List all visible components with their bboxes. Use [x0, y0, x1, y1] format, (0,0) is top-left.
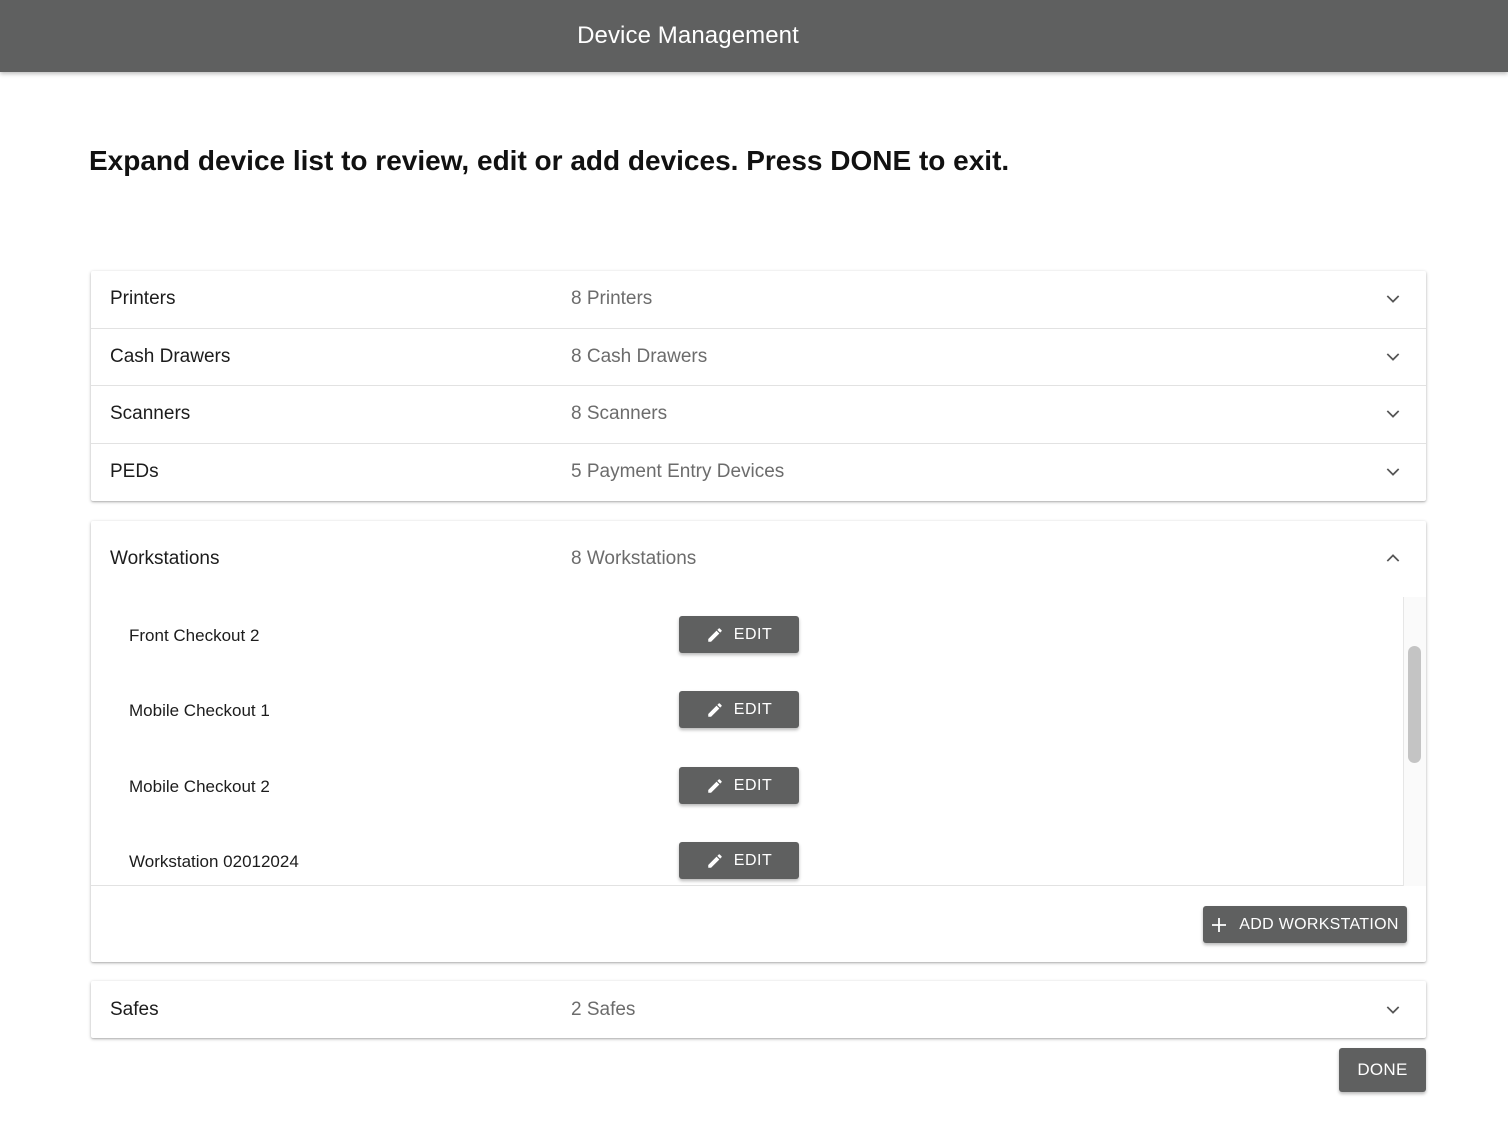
device-group-label: Safes [110, 998, 159, 1020]
workstations-panel: Workstations 8 Workstations Front Checko… [91, 521, 1426, 962]
device-group-label: Scanners [110, 403, 191, 425]
edit-button-label: EDIT [733, 851, 773, 869]
workstation-name: Front Checkout 2 [129, 626, 260, 645]
pencil-icon [708, 853, 722, 868]
device-group-count: 8 Scanners [571, 403, 668, 425]
edit-button[interactable]: EDIT [679, 691, 799, 728]
device-group-label: PEDs [110, 461, 159, 483]
edit-button[interactable]: EDIT [679, 616, 799, 653]
device-group-count: 8 Cash Drawers [571, 345, 708, 367]
workstation-name: Workstation 02012024 [129, 852, 299, 871]
scrollbar-thumb[interactable] [1408, 646, 1421, 763]
page-title: Device Management [577, 22, 799, 49]
edit-button-label: EDIT [733, 700, 773, 718]
workstation-name: Mobile Checkout 2 [129, 777, 270, 796]
device-group-count: 2 Safes [571, 998, 636, 1020]
device-group-safes[interactable]: Safes 2 Safes [91, 981, 1426, 1039]
edit-button[interactable]: EDIT [679, 842, 799, 879]
workstation-name: Mobile Checkout 1 [129, 701, 270, 720]
list-item: Workstation 02012024 EDIT [91, 842, 1401, 882]
pencil-icon [708, 778, 722, 793]
device-group-label: Printers [110, 288, 176, 310]
pencil-icon [708, 702, 722, 717]
device-group-count: 8 Workstations [571, 548, 697, 569]
chevron-up-icon[interactable] [1386, 551, 1400, 565]
list-item: Front Checkout 2 EDIT [91, 616, 1401, 656]
device-group-scanners[interactable]: Scanners 8 Scanners [91, 386, 1426, 444]
list-item: Mobile Checkout 2 EDIT [91, 767, 1401, 807]
chevron-down-icon[interactable] [1386, 1003, 1400, 1017]
chevron-down-icon[interactable] [1386, 407, 1400, 421]
safes-panel: Safes 2 Safes [91, 981, 1426, 1038]
edit-button-label: EDIT [733, 776, 773, 794]
edit-button-label: EDIT [733, 625, 773, 643]
device-group-label: Workstations [110, 548, 220, 569]
workstation-list[interactable]: Front Checkout 2 EDIT Mobile Checkout 1 … [91, 597, 1426, 886]
device-group-workstations[interactable]: Workstations 8 Workstations [91, 521, 1426, 597]
app-header: Device Management [0, 0, 1508, 72]
chevron-down-icon[interactable] [1386, 465, 1400, 479]
device-group-label: Cash Drawers [110, 345, 231, 367]
device-group-peds[interactable]: PEDs 5 Payment Entry Devices [91, 444, 1426, 502]
add-workstation-label: ADD WORKSTATION [1239, 915, 1399, 933]
device-group-count: 8 Printers [571, 288, 653, 310]
list-item: Mobile Checkout 1 EDIT [91, 691, 1401, 731]
plus-icon [1212, 917, 1227, 932]
pencil-icon [708, 627, 722, 642]
instructions-text: Expand device list to review, edit or ad… [89, 145, 1010, 176]
device-group-printers[interactable]: Printers 8 Printers [91, 271, 1426, 329]
done-button[interactable]: DONE [1339, 1048, 1426, 1092]
chevron-down-icon[interactable] [1386, 292, 1400, 306]
edit-button[interactable]: EDIT [679, 767, 799, 804]
device-group-count: 5 Payment Entry Devices [571, 461, 785, 483]
device-groups-panel: Printers 8 Printers Cash Drawers 8 Cash … [91, 271, 1426, 501]
device-group-cash-drawers[interactable]: Cash Drawers 8 Cash Drawers [91, 329, 1426, 386]
chevron-down-icon[interactable] [1386, 350, 1400, 364]
add-workstation-button[interactable]: ADD WORKSTATION [1203, 906, 1407, 943]
